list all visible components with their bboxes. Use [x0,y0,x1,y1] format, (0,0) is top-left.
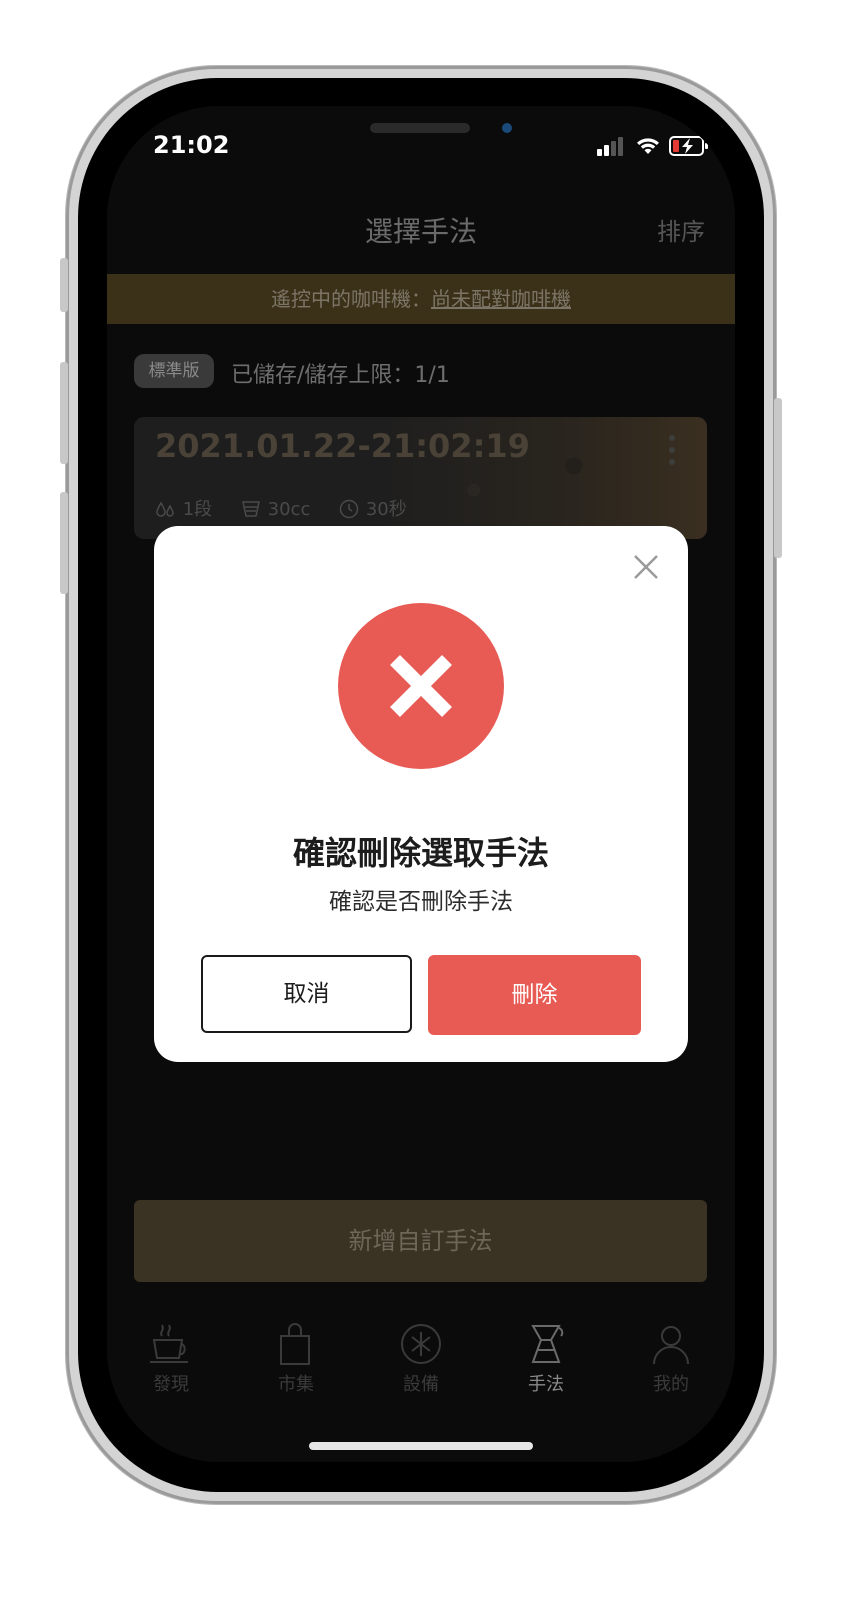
storage-limit-text: 已儲存/儲存上限：1/1 [231,363,450,388]
confirm-delete-dialog: 確認刪除選取手法 確認是否刪除手法 取消 刪除 [154,526,688,1062]
page-title: 選擇手法 [364,215,477,248]
recipe-title: 2021.01.22-21:02:19 [155,427,530,465]
status-time: 21:02 [153,131,230,159]
volume-text: 30cc [267,499,311,520]
battery-charging-icon [669,136,708,156]
time-text: 30秒 [365,499,407,520]
more-options-icon[interactable] [669,435,677,471]
banner-prefix: 遙控中的咖啡機： [271,287,431,311]
profile-icon [653,1326,689,1365]
shopping-bag-icon [280,1323,310,1365]
time-item: 30秒 [338,499,407,520]
dialog-title: 確認刪除選取手法 [292,834,549,872]
add-custom-recipe-button[interactable]: 新增自訂手法 [134,1200,707,1282]
mute-switch [60,258,68,312]
stages-item: 1段 [155,499,212,520]
dripper-icon [531,1325,564,1363]
tab-bar: 發現 市集 設備 手法 我的 [107,1310,735,1420]
tab-label: 市集 [278,1374,314,1395]
recipe-card[interactable]: 2021.01.22-21:02:19 1段 30cc 30秒 [134,417,707,539]
delete-button[interactable]: 刪除 [428,955,641,1035]
cancel-button[interactable]: 取消 [201,955,412,1033]
wifi-icon [637,138,659,154]
home-indicator[interactable] [309,1442,533,1450]
coffee-cup-icon [150,1324,188,1363]
recipe-meta: 1段 30cc 30秒 [155,495,429,521]
volume-item: 30cc [240,499,310,520]
volume-down-button [60,492,68,594]
plan-badge: 標準版 [134,354,214,388]
tab-market[interactable]: 市集 [256,1322,336,1396]
signal-icon [597,134,627,158]
front-camera [502,123,512,133]
water-drop-icon [156,501,174,517]
volume-up-button [60,362,68,464]
dialog-message: 確認是否刪除手法 [329,889,513,915]
tab-label: 我的 [653,1374,689,1395]
sort-button[interactable]: 排序 [657,212,705,247]
machine-banner: 遙控中的咖啡機：尚未配對咖啡機 [107,274,735,324]
x-mark-icon [390,655,452,717]
pair-machine-link[interactable]: 尚未配對咖啡機 [431,287,571,311]
tab-profile[interactable]: 我的 [631,1322,711,1396]
tab-label: 發現 [153,1374,189,1395]
speaker-grille [370,123,470,133]
power-button [774,398,782,558]
tab-methods[interactable]: 手法 [506,1322,586,1396]
close-icon[interactable] [632,553,660,581]
app-header: 選擇手法 排序 [107,180,735,274]
tab-label: 設備 [403,1374,439,1395]
cup-volume-icon [241,501,260,517]
tab-label: 手法 [528,1374,564,1395]
device-icon [401,1324,441,1364]
error-icon [338,603,504,769]
clock-icon [339,499,359,519]
tab-discover[interactable]: 發現 [131,1322,211,1396]
stages-text: 1段 [182,499,213,520]
tab-device[interactable]: 設備 [381,1322,461,1396]
